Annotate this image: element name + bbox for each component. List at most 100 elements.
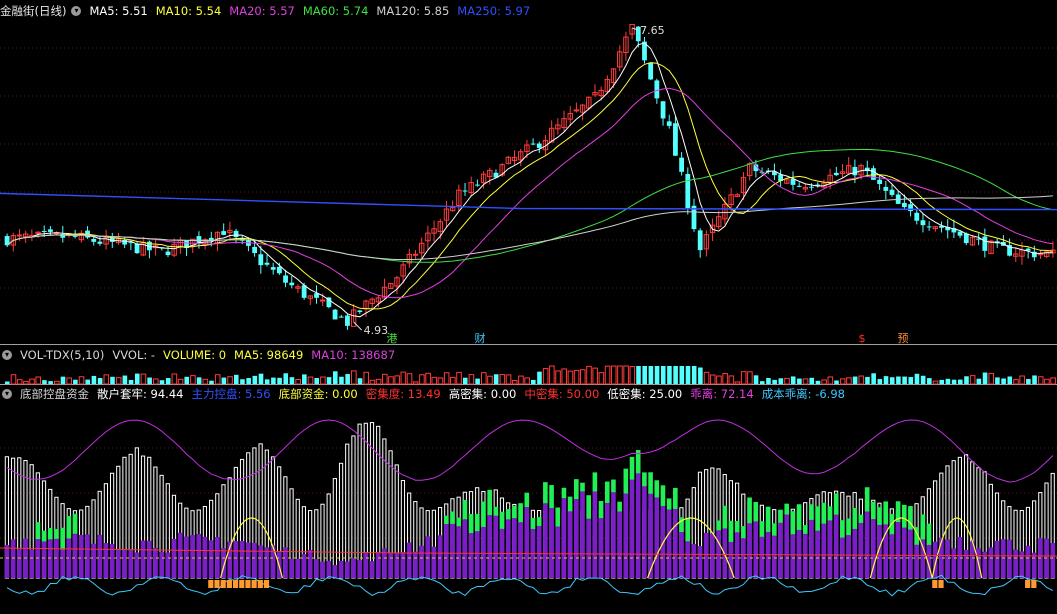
kline-chart-canvas[interactable]: 7.654.93港财 $ 预: [0, 0, 1057, 614]
volume-bar: [592, 367, 598, 385]
retail-bar: [598, 510, 604, 579]
candle-body: [443, 208, 450, 221]
accumulation-bar: [889, 513, 895, 535]
retail-bar: [252, 447, 257, 579]
retail-bar: [1025, 506, 1031, 579]
signal-block: [220, 580, 226, 588]
control-bar: [54, 538, 59, 578]
candle-body: [542, 139, 549, 151]
retail-bar: [72, 510, 78, 579]
candle-body: [642, 41, 647, 61]
control-bar: [753, 521, 759, 578]
control-bar: [846, 535, 851, 578]
control-bar: [617, 511, 622, 578]
retail-bar: [908, 507, 913, 579]
control-bar: [493, 515, 499, 578]
retail-bar: [543, 510, 548, 579]
candle-body: [4, 236, 10, 246]
candle-body: [969, 236, 976, 246]
candle-body: [252, 246, 258, 254]
control-bar: [134, 552, 140, 578]
vol-ma5-label: MA5: 98649: [234, 348, 304, 362]
candle-body: [91, 238, 97, 242]
accumulation-bar: [840, 520, 845, 538]
retail-bar: [1013, 509, 1018, 579]
accumulation-bar: [815, 506, 820, 531]
retail-bar: [933, 480, 938, 579]
bottom-fund-curve: [220, 517, 284, 579]
candle-body: [431, 228, 437, 234]
candle-body: [511, 156, 518, 161]
volume-bar: [425, 372, 431, 385]
control-bar: [1050, 543, 1056, 578]
candle-body: [214, 231, 221, 244]
low-density-label: 低密集: 25.00: [607, 387, 683, 401]
retail-bar: [951, 460, 956, 579]
control-bar: [945, 539, 950, 578]
control-bar: [561, 498, 567, 578]
volume-bar: [567, 370, 574, 385]
volume-bar: [673, 366, 678, 384]
volume-bar: [561, 368, 568, 385]
retail-bar: [227, 477, 232, 579]
control-bar: [629, 479, 635, 578]
candle-body: [147, 241, 152, 251]
candle-body: [802, 187, 809, 190]
accumulation-bar: [35, 522, 41, 540]
chevron-down-icon[interactable]: ▾: [71, 6, 82, 16]
control-bar: [889, 534, 895, 578]
retail-bar: [642, 510, 647, 579]
candle-body: [487, 169, 493, 178]
control-bar: [963, 549, 969, 578]
accumulation-bar: [871, 501, 876, 520]
retail-bar: [834, 490, 839, 579]
signal-block: [263, 580, 270, 588]
retail-bar: [691, 487, 696, 579]
candle-body: [716, 216, 722, 228]
candle-body: [524, 144, 530, 152]
volume-bar: [499, 374, 506, 385]
retail-bar: [283, 476, 288, 579]
retail-bar: [85, 505, 90, 579]
control-bar: [171, 538, 177, 578]
control-bar: [450, 523, 455, 578]
control-bar: [499, 528, 505, 578]
chevron-down-icon[interactable]: ▾: [2, 350, 12, 360]
volume-bar: [914, 373, 920, 384]
volume-bar: [636, 366, 641, 384]
volume-bar: [610, 365, 617, 385]
accumulation-bar: [623, 468, 629, 494]
candle-body: [567, 113, 573, 120]
retail-bar: [803, 502, 808, 579]
candle-body: [301, 285, 307, 298]
volume-bar: [982, 372, 988, 384]
control-bar: [406, 542, 412, 578]
retail-bar: [215, 493, 220, 579]
retail-bar: [369, 422, 375, 579]
candle-body: [852, 166, 858, 176]
retail-bar: [821, 491, 826, 579]
retail-bar: [178, 502, 183, 579]
candle-body: [976, 238, 982, 240]
accumulation-bar: [660, 485, 666, 506]
control-bar: [747, 523, 752, 578]
volume-bar: [1037, 376, 1044, 385]
candle-body: [1013, 253, 1019, 257]
volume-bar: [480, 372, 487, 385]
candle-body: [790, 178, 796, 185]
accumulation-bar: [530, 517, 536, 529]
candle-body: [709, 224, 716, 234]
control-bar: [957, 537, 963, 578]
chevron-down-icon[interactable]: ▾: [2, 389, 12, 399]
accumulation-bar: [877, 507, 882, 525]
volume-bar: [964, 376, 969, 384]
retail-bar: [419, 507, 424, 579]
retail-bar: [326, 493, 331, 579]
candle-body: [103, 236, 109, 245]
candle-body: [221, 231, 227, 235]
control-bar: [580, 491, 585, 578]
cost-bias-line: [6, 574, 1054, 597]
control-bar: [320, 561, 325, 578]
volume-bar: [307, 376, 314, 385]
control-bar: [85, 534, 90, 578]
